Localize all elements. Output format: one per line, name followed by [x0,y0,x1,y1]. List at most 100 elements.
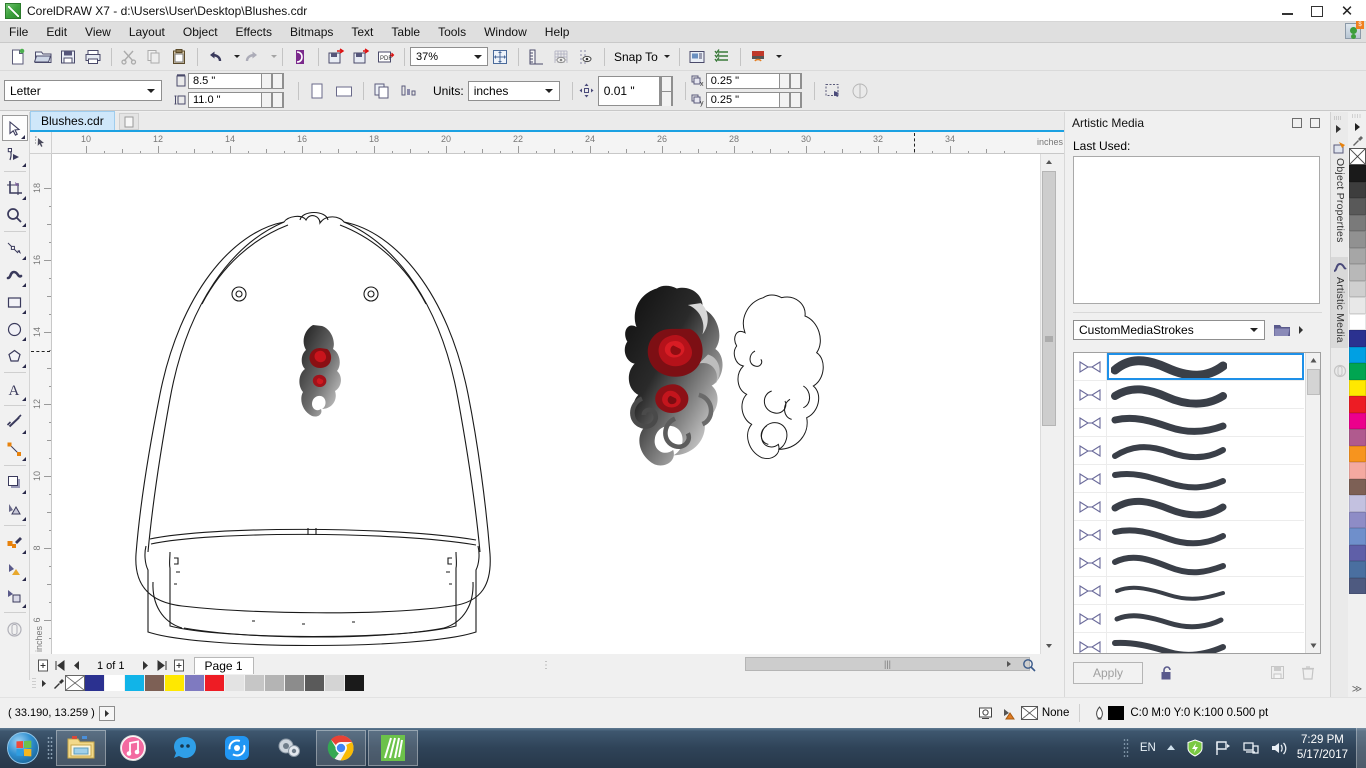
all-pages-icon[interactable] [369,78,395,104]
status-bar-expand-button[interactable] [98,705,115,721]
palette-swatch[interactable] [225,675,245,691]
color-swatch[interactable] [1348,231,1366,248]
color-swatch[interactable] [1348,297,1366,314]
taskbar-file-explorer[interactable] [56,730,106,766]
palette-swatch[interactable] [125,675,145,691]
zoom-to-fit-icon[interactable] [488,45,512,69]
add-page-before-button[interactable] [34,657,51,674]
last-page-button[interactable] [154,657,171,674]
fill-icon[interactable] [2,556,28,582]
duplicate-y-input[interactable]: 0.25 " [705,92,780,108]
chevron-down-icon[interactable] [663,55,670,58]
color-swatch[interactable] [1348,544,1366,561]
tray-show-hidden-icons[interactable] [1166,744,1176,752]
page-width-decrement[interactable] [262,73,273,89]
docker-outline-tool-icon[interactable] [1331,364,1348,378]
canvas-horizontal-scrollbar[interactable]: ||| [555,656,1040,673]
object-manager-icon[interactable] [710,45,734,69]
palette-swatch[interactable] [285,675,305,691]
apply-button[interactable]: Apply [1073,662,1143,684]
palette-scroll-right-icon[interactable] [37,675,51,691]
scroll-up-button[interactable] [1041,154,1057,170]
duplicate-x-decrement[interactable] [779,73,791,89]
palette-swatch[interactable] [265,675,285,691]
menu-text[interactable]: Text [342,23,382,41]
duplicate-x-input[interactable]: 0.25 " [705,73,780,89]
stroke-preview[interactable] [1107,577,1304,604]
nudge-increment[interactable] [659,75,673,91]
docker-close-icon[interactable] [1310,118,1320,128]
stroke-list-item[interactable] [1074,409,1304,437]
color-swatch[interactable] [1348,412,1366,429]
close-button[interactable]: ✕ [1332,1,1362,21]
page-width-input[interactable]: 8.5 " [188,73,262,89]
magnifier-icon[interactable] [2,202,28,228]
page-height-spinner[interactable] [262,92,284,108]
stroke-preview[interactable] [1107,605,1304,632]
stroke-list-scroll-thumb[interactable] [1307,369,1320,395]
ruler-icon[interactable] [524,45,548,69]
page-height-decrement[interactable] [262,92,273,108]
speaker-icon[interactable] [1270,740,1288,756]
chevron-down-icon[interactable] [474,54,482,59]
stroke-list-item[interactable] [1074,605,1304,633]
new-page-icon[interactable] [6,45,30,69]
fill-bucket-icon[interactable] [997,706,1021,721]
ruler-origin-button[interactable] [30,132,52,154]
flyout-arrow-icon[interactable] [1293,320,1309,340]
open-folder-icon[interactable] [31,45,55,69]
floppy-disk-icon[interactable] [56,45,80,69]
vertical-scroll-thumb[interactable] [1042,171,1056,426]
connector-icon[interactable] [2,436,28,462]
stroke-preview[interactable] [1107,381,1304,408]
page-tab-page-1[interactable]: Page 1 [193,656,254,675]
snap-to-dropdown[interactable]: Snap To [610,50,674,64]
export-icon[interactable] [349,45,373,69]
landscape-icon[interactable] [331,78,357,104]
color-swatch[interactable] [1348,363,1366,380]
color-swatch[interactable] [1348,346,1366,363]
palette-swatch-none[interactable] [65,675,85,691]
page-height-increment[interactable] [273,92,284,108]
fill-none-swatch[interactable] [1020,706,1038,720]
palette-grip[interactable] [30,675,37,691]
screen-mode-icon[interactable] [975,706,997,721]
document-tab-blushes[interactable]: Blushes.cdr [30,111,115,130]
chevron-down-icon[interactable] [147,88,155,93]
letter-a-icon[interactable]: A [2,376,28,402]
palette-swatch[interactable] [325,675,345,691]
transparency-icon[interactable] [2,496,28,522]
color-palette-grip[interactable] [1348,112,1366,120]
shape-tool[interactable] [2,142,28,168]
color-swatch[interactable] [1348,330,1366,347]
next-page-button[interactable] [137,657,154,674]
color-palette-scroll-icon[interactable] [1348,120,1366,133]
smart-fill-icon[interactable] [2,583,28,609]
restore-button[interactable] [1302,1,1332,21]
color-swatch[interactable] [1348,462,1366,479]
palette-swatch[interactable] [185,675,205,691]
taskbar-utility-app[interactable] [264,730,314,766]
taskbar-messenger[interactable] [160,730,210,766]
rectangle-icon[interactable] [2,289,28,315]
palette-swatch[interactable] [305,675,325,691]
color-swatch[interactable] [1348,280,1366,297]
network-icon[interactable] [1242,740,1260,756]
palette-swatch[interactable] [345,675,365,691]
docker-tab-artistic-media[interactable]: Artistic Media [1331,256,1349,349]
drawing-canvas[interactable] [52,154,1040,654]
dimension-icon[interactable] [2,409,28,435]
eyedropper-icon[interactable] [2,529,28,555]
stroke-preview[interactable] [1107,437,1304,464]
pick-tool[interactable] [1,115,28,141]
menu-effects[interactable]: Effects [227,23,281,41]
printer-icon[interactable] [81,45,105,69]
show-desktop-button[interactable] [1356,728,1366,768]
nudge-spinner[interactable] [659,75,673,106]
stroke-list-item[interactable] [1074,549,1304,577]
docker-expand-arrow-icon[interactable] [1333,116,1343,138]
units-select[interactable]: inches [467,80,560,101]
paper-type-select[interactable]: Letter [4,80,162,101]
chevron-down-icon[interactable] [1250,328,1258,332]
color-swatch[interactable] [1348,528,1366,545]
